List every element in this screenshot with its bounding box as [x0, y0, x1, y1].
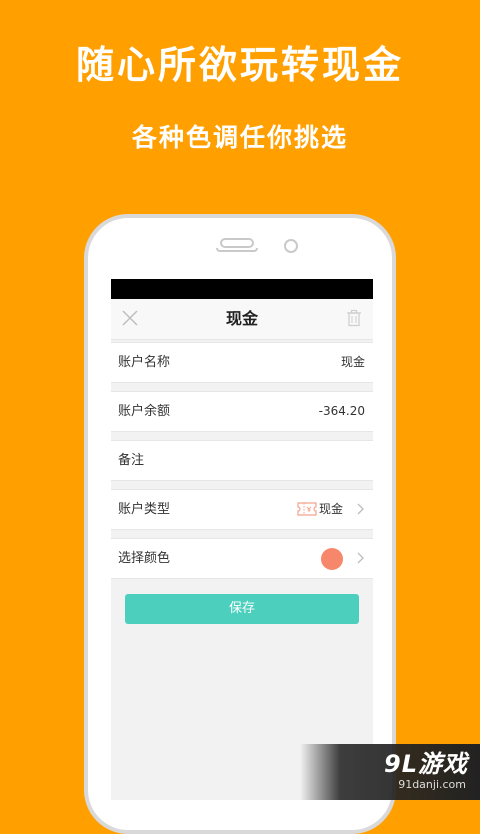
status-bar [111, 279, 373, 299]
phone-camera [284, 239, 298, 253]
save-button[interactable]: 保存 [125, 594, 359, 624]
note-row[interactable]: 备注 [111, 440, 373, 481]
account-type-row[interactable]: 账户类型 现金 [111, 489, 373, 530]
row-label: 账户类型 [118, 502, 171, 517]
account-type-value: 现金 [318, 502, 343, 516]
ticket-icon [297, 502, 317, 516]
account-name-value[interactable]: 现金 [341, 343, 365, 382]
chevron-right-icon [357, 503, 364, 515]
watermark-url: 91danji.com [398, 778, 466, 791]
row-label: 备注 [118, 453, 145, 468]
phone-speaker-base [216, 248, 258, 252]
watermark: 9L游戏 91danji.com [300, 744, 480, 800]
promo-headline: 随心所欲玩转现金 [75, 43, 404, 87]
select-color-row[interactable]: 选择颜色 [111, 538, 373, 579]
page-title: 现金 [225, 309, 258, 328]
phone-speaker [220, 238, 254, 248]
chevron-right-icon [357, 552, 364, 564]
account-name-row[interactable]: 账户名称 现金 [111, 342, 373, 383]
account-balance-value[interactable]: -364.20 [319, 392, 365, 431]
color-swatch[interactable] [321, 548, 343, 570]
promo-subline: 各种色调任你挑选 [131, 123, 348, 152]
title-bar: 现金 [111, 299, 373, 340]
row-label: 账户名称 [118, 355, 171, 370]
row-label: 账户余额 [118, 404, 171, 419]
account-balance-row[interactable]: 账户余额 -364.20 [111, 391, 373, 432]
row-label: 选择颜色 [118, 551, 171, 566]
trash-icon[interactable] [345, 309, 363, 327]
watermark-logo: 9L游戏 [384, 750, 468, 778]
app-screen: 现金 账户名称 现金 账户余额 -364.20 备注 账户类型 现金 选择颜色 … [111, 279, 373, 800]
